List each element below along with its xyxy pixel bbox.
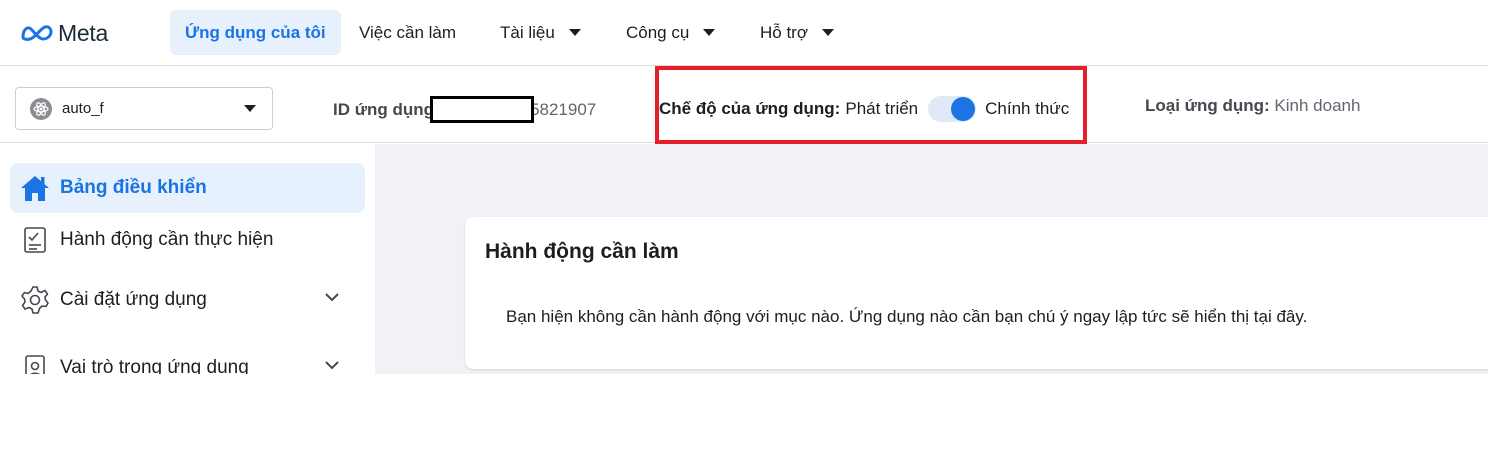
home-icon [20, 173, 50, 203]
nav-tab-label: Hỗ trợ [760, 22, 808, 42]
app-id: ID ứng dụng 5821907 [333, 96, 596, 123]
app-mode-toggle[interactable] [928, 96, 977, 122]
caret-down-icon [568, 29, 581, 36]
sidebar-item-label: Hành động cần thực hiện [60, 229, 274, 250]
sidebar-item-app-settings[interactable]: Cài đặt ứng dụng [10, 275, 365, 325]
chevron-down-icon [325, 293, 339, 302]
id-badge-icon [20, 353, 50, 374]
sidebar-item-dashboard[interactable]: Bảng điều khiển [10, 163, 365, 213]
app-id-value: 5821907 [530, 99, 597, 119]
nav-tab-label: Ứng dụng của tôi [185, 22, 326, 42]
mode-live-label: Chính thức [985, 99, 1070, 118]
toggle-knob [951, 97, 976, 121]
meta-infinity-icon [21, 25, 53, 41]
app-id-label: ID ứng dụng [333, 99, 435, 119]
redaction-box [430, 96, 535, 123]
card-body-text: Bạn hiện không cần hành động với mục nào… [506, 307, 1308, 326]
app-atom-icon [30, 97, 52, 120]
sidebar-item-app-roles[interactable]: Vai trò trong ứng dụng [10, 343, 365, 374]
mode-dev-label: Phát triển [845, 99, 919, 118]
nav-tab-label: Việc cần làm [359, 22, 457, 42]
chevron-down-icon [325, 361, 339, 370]
caret-down-icon [703, 29, 716, 36]
meta-wordmark: Meta [58, 19, 108, 46]
sidebar-item-label: Bảng điều khiển [60, 177, 207, 198]
sidebar: Bảng điều khiển Hành động cần thực hiện … [0, 144, 375, 374]
nav-tab-label: Tài liệu [500, 22, 555, 42]
app-type-value: Kinh doanh [1274, 96, 1361, 115]
app-selector-dropdown[interactable]: auto_f [15, 87, 273, 130]
gear-icon [20, 285, 50, 315]
checklist-icon [20, 225, 50, 255]
top-navigation: Meta Ứng dụng của tôi Việc cần làm Tài l… [0, 0, 1488, 66]
app-mode-label: Chế độ của ứng dụng: [659, 99, 841, 118]
app-type-label: Loại ứng dụng: [1145, 96, 1270, 115]
nav-tab-docs[interactable]: Tài liệu [500, 10, 581, 55]
app-type: Loại ứng dụng: Kinh doanh [1145, 96, 1360, 116]
nav-tab-tools[interactable]: Công cụ [626, 10, 716, 55]
meta-logo[interactable]: Meta [20, 19, 108, 47]
nav-tab-support[interactable]: Hỗ trợ [760, 10, 834, 55]
sidebar-item-label: Vai trò trong ứng dụng [60, 357, 249, 374]
caret-down-icon [822, 29, 834, 36]
caret-down-icon [244, 105, 256, 112]
app-header-bar: auto_f ID ứng dụng 5821907 Chế độ của ứn… [0, 66, 1488, 144]
app-name: auto_f [62, 100, 104, 117]
main-content: Hành động cần làm Bạn hiện không cần hàn… [375, 144, 1488, 374]
sidebar-item-label: Cài đặt ứng dụng [60, 289, 207, 310]
nav-tab-my-apps[interactable]: Ứng dụng của tôi [170, 10, 341, 55]
nav-tab-label: Công cụ [626, 22, 690, 42]
sidebar-item-actions[interactable]: Hành động cần thực hiện [10, 215, 365, 265]
nav-tab-todo[interactable]: Việc cần làm [359, 10, 456, 55]
actions-card: Hành động cần làm Bạn hiện không cần hàn… [465, 217, 1488, 369]
app-mode: Chế độ của ứng dụng: Phát triển Chính th… [659, 96, 1069, 122]
card-title: Hành động cần làm [485, 240, 679, 263]
